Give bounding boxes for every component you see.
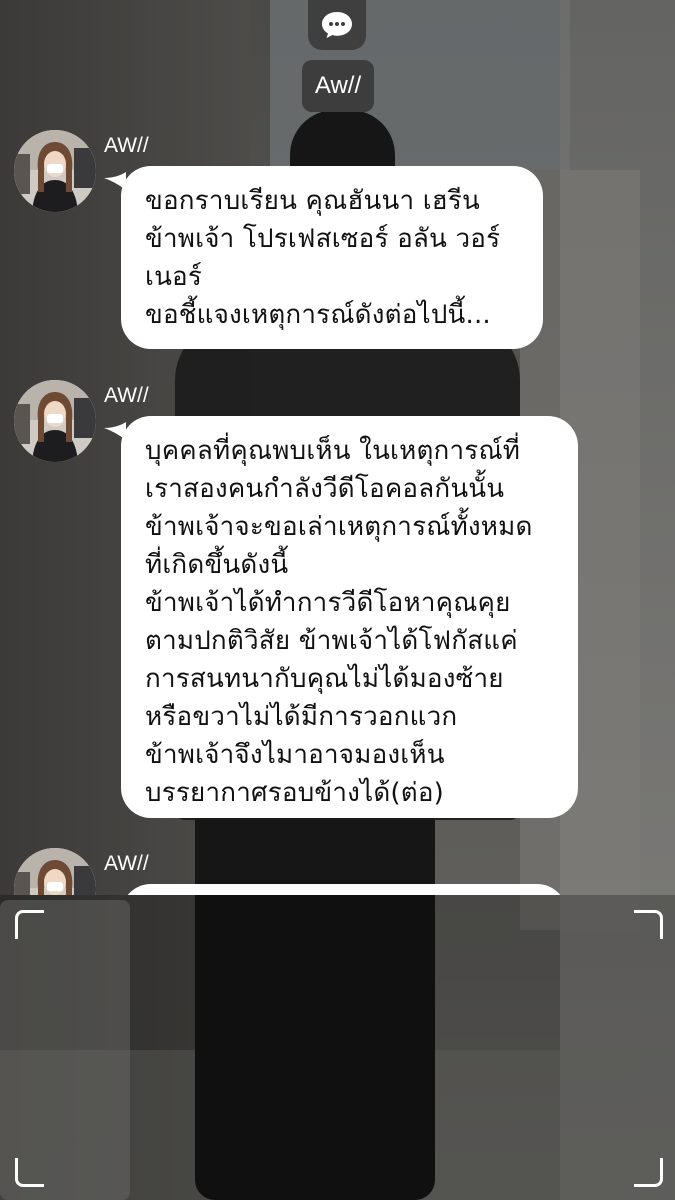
message-bubble[interactable]: บุคคลที่คุณพบเห็น ในเหตุการณ์ที่ เราสองค…: [121, 416, 578, 818]
chat-bubble-icon[interactable]: [308, 0, 366, 50]
avatar[interactable]: [14, 380, 96, 462]
message-3: AW//: [0, 848, 675, 895]
capture-corner-icon: [634, 1158, 663, 1187]
message-bubble[interactable]: [121, 884, 567, 895]
capture-corner-icon: [634, 910, 663, 939]
sender-name: AW//: [104, 852, 149, 875]
capture-corner-icon: [15, 1158, 44, 1187]
sender-name: AW//: [104, 384, 149, 407]
message-text: ขอกราบเรียน คุณฮันนา เฮรีน ข้าพเจ้า โปรเ…: [145, 186, 501, 330]
message-bubble[interactable]: ขอกราบเรียน คุณฮันนา เฮรีน ข้าพเจ้า โปรเ…: [121, 166, 543, 349]
screenshot-overlay: [0, 895, 675, 1200]
sender-name: AW//: [104, 134, 149, 157]
avatar[interactable]: [14, 848, 96, 895]
capture-corner-icon: [15, 910, 44, 939]
message-text: บุคคลที่คุณพบเห็น ในเหตุการณ์ที่ เราสองค…: [145, 436, 533, 808]
avatar[interactable]: [14, 130, 96, 212]
chat-title: Aw//: [302, 60, 374, 112]
